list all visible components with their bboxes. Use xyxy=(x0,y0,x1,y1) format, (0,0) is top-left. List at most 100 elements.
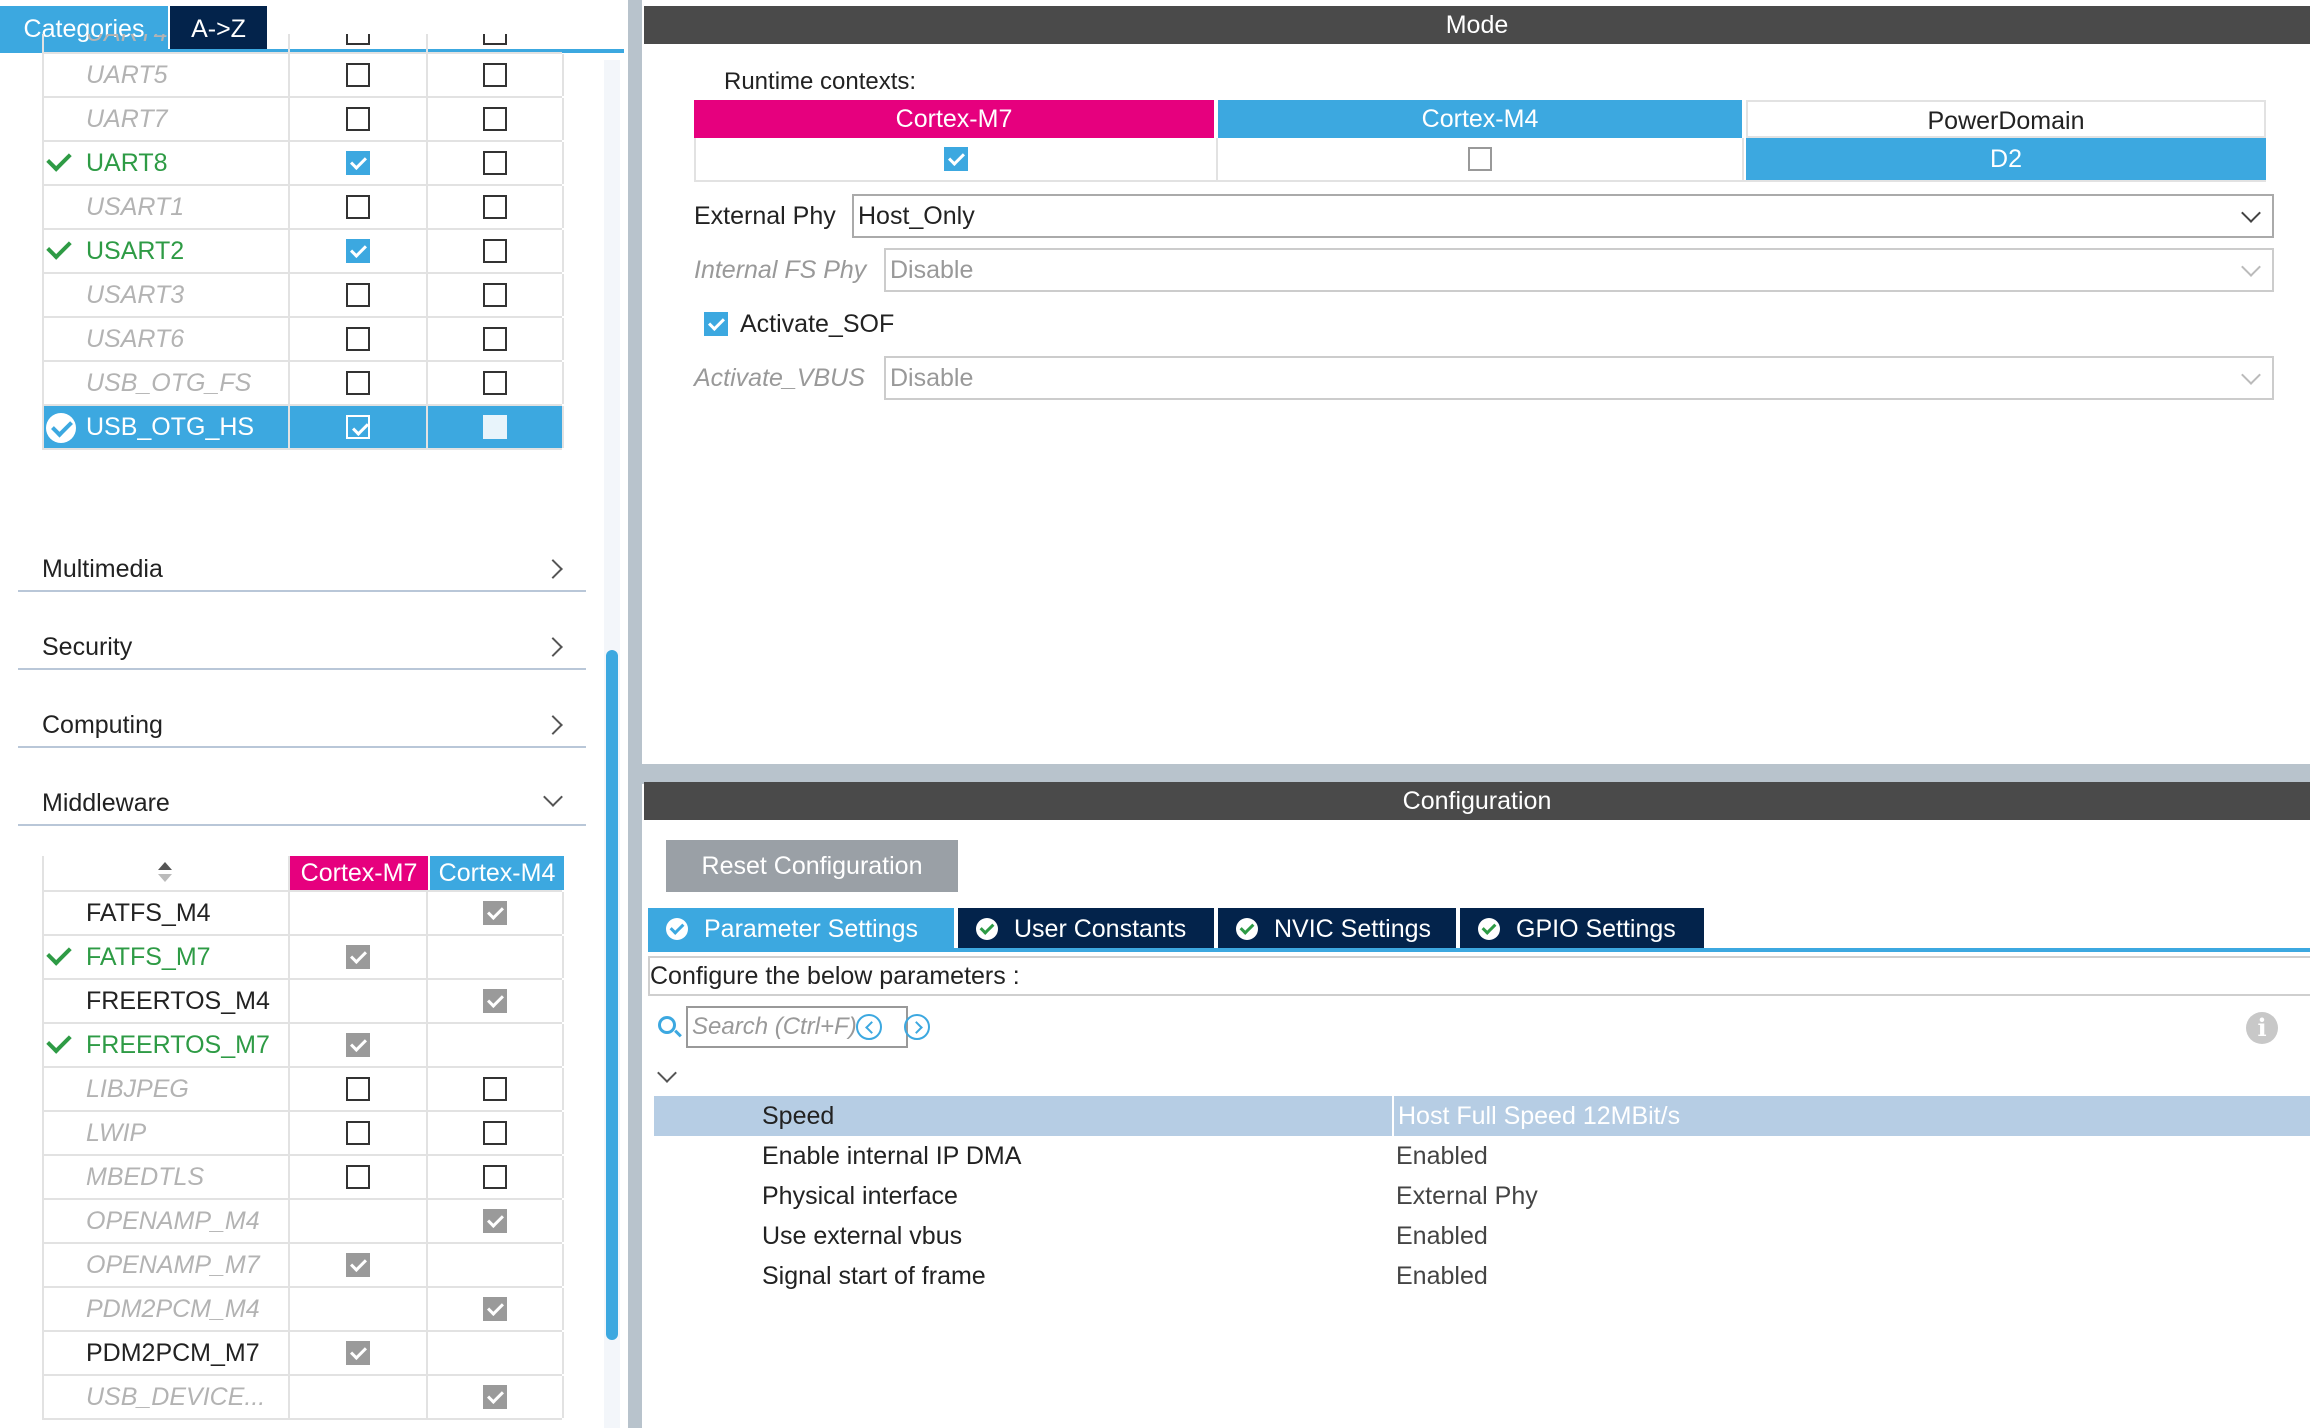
conn-row[interactable]: UART5 xyxy=(44,54,564,98)
cortex-m4-checkbox[interactable] xyxy=(483,1385,507,1409)
cortex-m7-checkbox[interactable] xyxy=(346,1077,370,1101)
cortex-m4-checkbox[interactable] xyxy=(483,371,507,395)
cortex-m7-checkbox[interactable] xyxy=(346,195,370,219)
cortex-m7-checkbox[interactable] xyxy=(346,239,370,263)
middleware-row[interactable]: OPENAMP_M7 xyxy=(44,1244,564,1288)
search-prev-icon[interactable] xyxy=(856,1014,882,1040)
middleware-row[interactable]: LIBJPEG xyxy=(44,1068,564,1112)
cortex-m7-checkbox[interactable] xyxy=(346,1033,370,1057)
tab-nvic-settings[interactable]: NVIC Settings xyxy=(1218,908,1456,950)
cortex-m4-cell xyxy=(428,1376,564,1418)
cortex-m4-checkbox[interactable] xyxy=(483,327,507,351)
runtime-contexts-table: Cortex-M7 Cortex-M4 PowerDomain D2 xyxy=(694,100,2266,182)
conn-row[interactable]: USART6 xyxy=(44,318,564,362)
middleware-row[interactable]: FREERTOS_M4 xyxy=(44,980,564,1024)
cortex-m7-checkbox[interactable] xyxy=(346,34,370,45)
parameter-value[interactable]: Host Full Speed 12MBit/s xyxy=(1392,1096,2310,1136)
configure-instructions: Configure the below parameters : xyxy=(648,956,2310,996)
cortex-m7-checkbox[interactable] xyxy=(346,1121,370,1145)
tab-parameter-settings[interactable]: Parameter Settings xyxy=(648,908,954,950)
cortex-m7-checkbox[interactable] xyxy=(346,945,370,969)
cortex-m7-checkbox[interactable] xyxy=(346,151,370,175)
tab-user-constants[interactable]: User Constants xyxy=(958,908,1214,950)
check-circle-icon xyxy=(1236,918,1258,940)
category-multimedia[interactable]: Multimedia xyxy=(18,540,586,592)
chevron-right-icon xyxy=(543,559,563,579)
cortex-m4-checkbox[interactable] xyxy=(483,151,507,175)
reset-configuration-button[interactable]: Reset Configuration xyxy=(666,840,958,892)
tab-gpio-settings[interactable]: GPIO Settings xyxy=(1460,908,1704,950)
middleware-row[interactable]: FATFS_M7 xyxy=(44,936,564,980)
info-icon[interactable]: i xyxy=(2246,1012,2278,1044)
middleware-row[interactable]: LWIP xyxy=(44,1112,564,1156)
cortex-m7-checkbox[interactable] xyxy=(346,283,370,307)
parameter-row[interactable]: Speed Host Full Speed 12MBit/s xyxy=(654,1096,2310,1136)
middleware-row[interactable]: PDM2PCM_M7 xyxy=(44,1332,564,1376)
conn-row[interactable]: USB_OTG_HS xyxy=(44,406,564,450)
middleware-row[interactable]: OPENAMP_M4 xyxy=(44,1200,564,1244)
cortex-m7-cell xyxy=(290,54,428,96)
cortex-m7-cell xyxy=(290,274,428,316)
cortex-m4-cell xyxy=(428,1156,564,1198)
name-cell: UART8 xyxy=(44,142,290,184)
cortex-m4-checkbox[interactable] xyxy=(483,1165,507,1189)
cortex-m7-checkbox[interactable] xyxy=(346,107,370,131)
cortex-m4-checkbox[interactable] xyxy=(483,901,507,925)
category-computing[interactable]: Computing xyxy=(18,696,586,748)
header-cortex-m4: Cortex-M4 xyxy=(430,856,564,890)
horizontal-splitter[interactable] xyxy=(642,764,2310,784)
cortex-m4-checkbox[interactable] xyxy=(483,107,507,131)
cortex-m7-checkbox[interactable] xyxy=(346,1253,370,1277)
cortex-m4-checkbox[interactable] xyxy=(483,34,507,45)
conn-row[interactable]: USART1 xyxy=(44,186,564,230)
parameter-row[interactable]: Physical interface External Phy xyxy=(654,1176,2310,1216)
parameter-row[interactable]: Enable internal IP DMA Enabled xyxy=(654,1136,2310,1176)
category-security[interactable]: Security xyxy=(18,618,586,670)
sort-icon[interactable] xyxy=(156,862,174,884)
cortex-m7-checkbox[interactable] xyxy=(346,371,370,395)
sort-column-header[interactable] xyxy=(44,856,290,890)
conn-row[interactable]: USART2 xyxy=(44,230,564,274)
cortex-m4-cell xyxy=(428,98,564,140)
cortex-m4-checkbox[interactable] xyxy=(483,1121,507,1145)
cortex-m4-checkbox[interactable] xyxy=(1468,147,1492,171)
scrollbar-thumb[interactable] xyxy=(606,650,618,1340)
external-phy-select[interactable]: Host_Only xyxy=(852,194,2274,238)
activate-vbus-select[interactable]: Disable xyxy=(884,356,2274,400)
cortex-m4-checkbox[interactable] xyxy=(483,415,507,439)
conn-row[interactable]: UART7 xyxy=(44,98,564,142)
cortex-m7-checkbox[interactable] xyxy=(944,147,968,171)
middleware-row[interactable]: MBEDTLS xyxy=(44,1156,564,1200)
cortex-m7-checkbox[interactable] xyxy=(346,1341,370,1365)
conn-row[interactable]: USART3 xyxy=(44,274,564,318)
conn-row[interactable]: UART4 xyxy=(44,34,562,54)
conn-row[interactable]: USB_OTG_FS xyxy=(44,362,564,406)
cortex-m4-checkbox[interactable] xyxy=(483,63,507,87)
middleware-row[interactable]: PDM2PCM_M4 xyxy=(44,1288,564,1332)
vertical-splitter[interactable] xyxy=(628,0,642,1428)
activate-sof-checkbox[interactable] xyxy=(704,312,728,336)
search-next-icon[interactable] xyxy=(904,1014,930,1040)
middleware-row[interactable]: USB_DEVICE... xyxy=(44,1376,564,1420)
cortex-m7-checkbox[interactable] xyxy=(346,327,370,351)
cortex-m4-checkbox[interactable] xyxy=(483,989,507,1013)
cortex-m4-checkbox[interactable] xyxy=(483,283,507,307)
cortex-m4-checkbox[interactable] xyxy=(483,1077,507,1101)
cortex-m4-checkbox[interactable] xyxy=(483,195,507,219)
name-cell: USART3 xyxy=(44,274,290,316)
cortex-m7-checkbox[interactable] xyxy=(346,415,370,439)
internal-fs-phy-select[interactable]: Disable xyxy=(884,248,2274,292)
category-middleware[interactable]: Middleware xyxy=(18,774,586,826)
cortex-m4-checkbox[interactable] xyxy=(483,1297,507,1321)
parameter-row[interactable]: Use external vbus Enabled xyxy=(654,1216,2310,1256)
middleware-row[interactable]: FATFS_M4 xyxy=(44,892,564,936)
cortex-m7-checkbox[interactable] xyxy=(346,63,370,87)
middleware-row[interactable]: FREERTOS_M7 xyxy=(44,1024,564,1068)
conn-row[interactable]: UART8 xyxy=(44,142,564,186)
name-cell: OPENAMP_M4 xyxy=(44,1200,290,1242)
cortex-m4-checkbox[interactable] xyxy=(483,1209,507,1233)
cortex-m4-checkbox[interactable] xyxy=(483,239,507,263)
chevron-down-icon[interactable] xyxy=(657,1063,677,1083)
cortex-m7-checkbox[interactable] xyxy=(346,1165,370,1189)
parameter-row[interactable]: Signal start of frame Enabled xyxy=(654,1256,2310,1296)
